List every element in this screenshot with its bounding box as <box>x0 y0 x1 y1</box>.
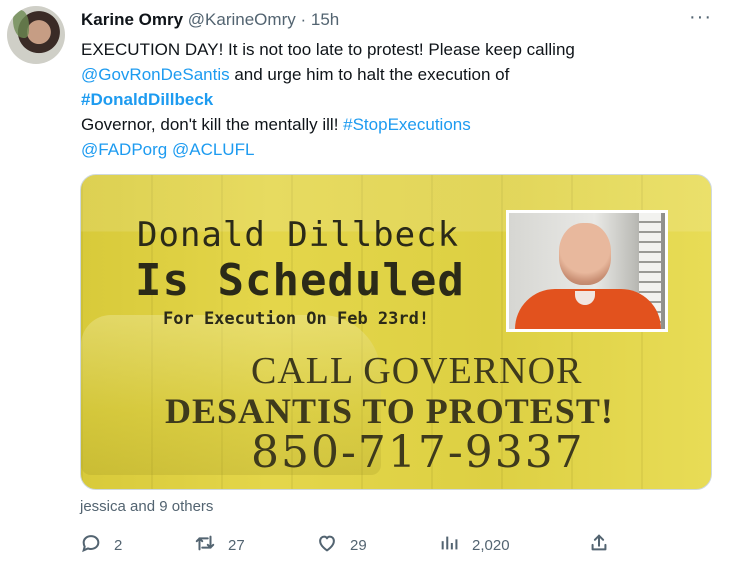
tweet-card[interactable]: Karine Omry @KarineOmry · 15h ··· EXECUT… <box>0 0 730 568</box>
media-text-scheduled: Is Scheduled <box>135 255 465 306</box>
like-button[interactable]: 29 <box>316 530 367 560</box>
media-text-name: Donald Dillbeck <box>137 215 460 255</box>
timestamp[interactable]: 15h <box>311 10 339 29</box>
mention-link[interactable]: @ACLUFL <box>172 140 254 159</box>
like-count: 29 <box>350 536 367 554</box>
heart-icon <box>316 532 338 558</box>
views-count: 2,020 <box>472 536 510 554</box>
liked-by-text[interactable]: jessica and 9 others <box>80 498 213 515</box>
retweet-button[interactable]: 27 <box>194 530 245 560</box>
reply-icon <box>80 532 102 558</box>
tweet-media-image[interactable]: Donald Dillbeck Is Scheduled For Executi… <box>80 174 712 490</box>
retweet-count: 27 <box>228 536 245 554</box>
media-text-call: CALL GOVERNOR <box>251 350 583 392</box>
media-text-phone: 850-717-9337 <box>251 427 585 478</box>
reply-button[interactable]: 2 <box>80 530 122 560</box>
author-handle[interactable]: @KarineOmry <box>188 10 296 29</box>
inmate-photo <box>506 210 668 332</box>
header-separator: · <box>300 10 307 29</box>
share-icon <box>588 532 610 558</box>
media-text-date: For Execution On Feb 23rd! <box>163 309 430 329</box>
photo-head <box>559 223 611 285</box>
action-bar: 2 27 29 2,020 <box>80 530 712 560</box>
media-text-protest: DESANTIS TO PROTEST! <box>165 391 614 431</box>
mention-link[interactable]: @FADPorg <box>81 140 167 159</box>
views-button[interactable]: 2,020 <box>438 530 510 560</box>
tweet-text-span: and urge him to halt the execution of <box>229 65 510 84</box>
tweet-text-span: EXECUTION DAY! It is not too late to pro… <box>81 40 575 59</box>
share-button[interactable] <box>588 530 610 560</box>
avatar[interactable] <box>7 6 65 64</box>
hashtag-link[interactable]: #DonaldDillbeck <box>81 90 213 109</box>
author-name[interactable]: Karine Omry <box>81 10 183 29</box>
tweet-header: Karine Omry @KarineOmry · 15h <box>81 10 339 30</box>
views-icon <box>438 532 460 558</box>
reply-count: 2 <box>114 536 123 554</box>
hashtag-link[interactable]: #StopExecutions <box>343 115 471 134</box>
tweet-text-line: @GovRonDeSantis and urge him to halt the… <box>81 62 711 87</box>
tweet-text: EXECUTION DAY! It is not too late to pro… <box>81 37 711 162</box>
tweet-text-line: Governor, don't kill the mentally ill! #… <box>81 112 711 137</box>
tweet-text-line: EXECUTION DAY! It is not too late to pro… <box>81 37 711 62</box>
more-options-icon[interactable]: ··· <box>689 6 712 29</box>
tweet-text-span: Governor, don't kill the mentally ill! <box>81 115 344 134</box>
tweet-text-line: @FADPorg @ACLUFL <box>81 137 711 162</box>
retweet-icon <box>194 532 216 558</box>
tweet-text-line: #DonaldDillbeck <box>81 87 711 112</box>
mention-link[interactable]: @GovRonDeSantis <box>81 65 230 84</box>
